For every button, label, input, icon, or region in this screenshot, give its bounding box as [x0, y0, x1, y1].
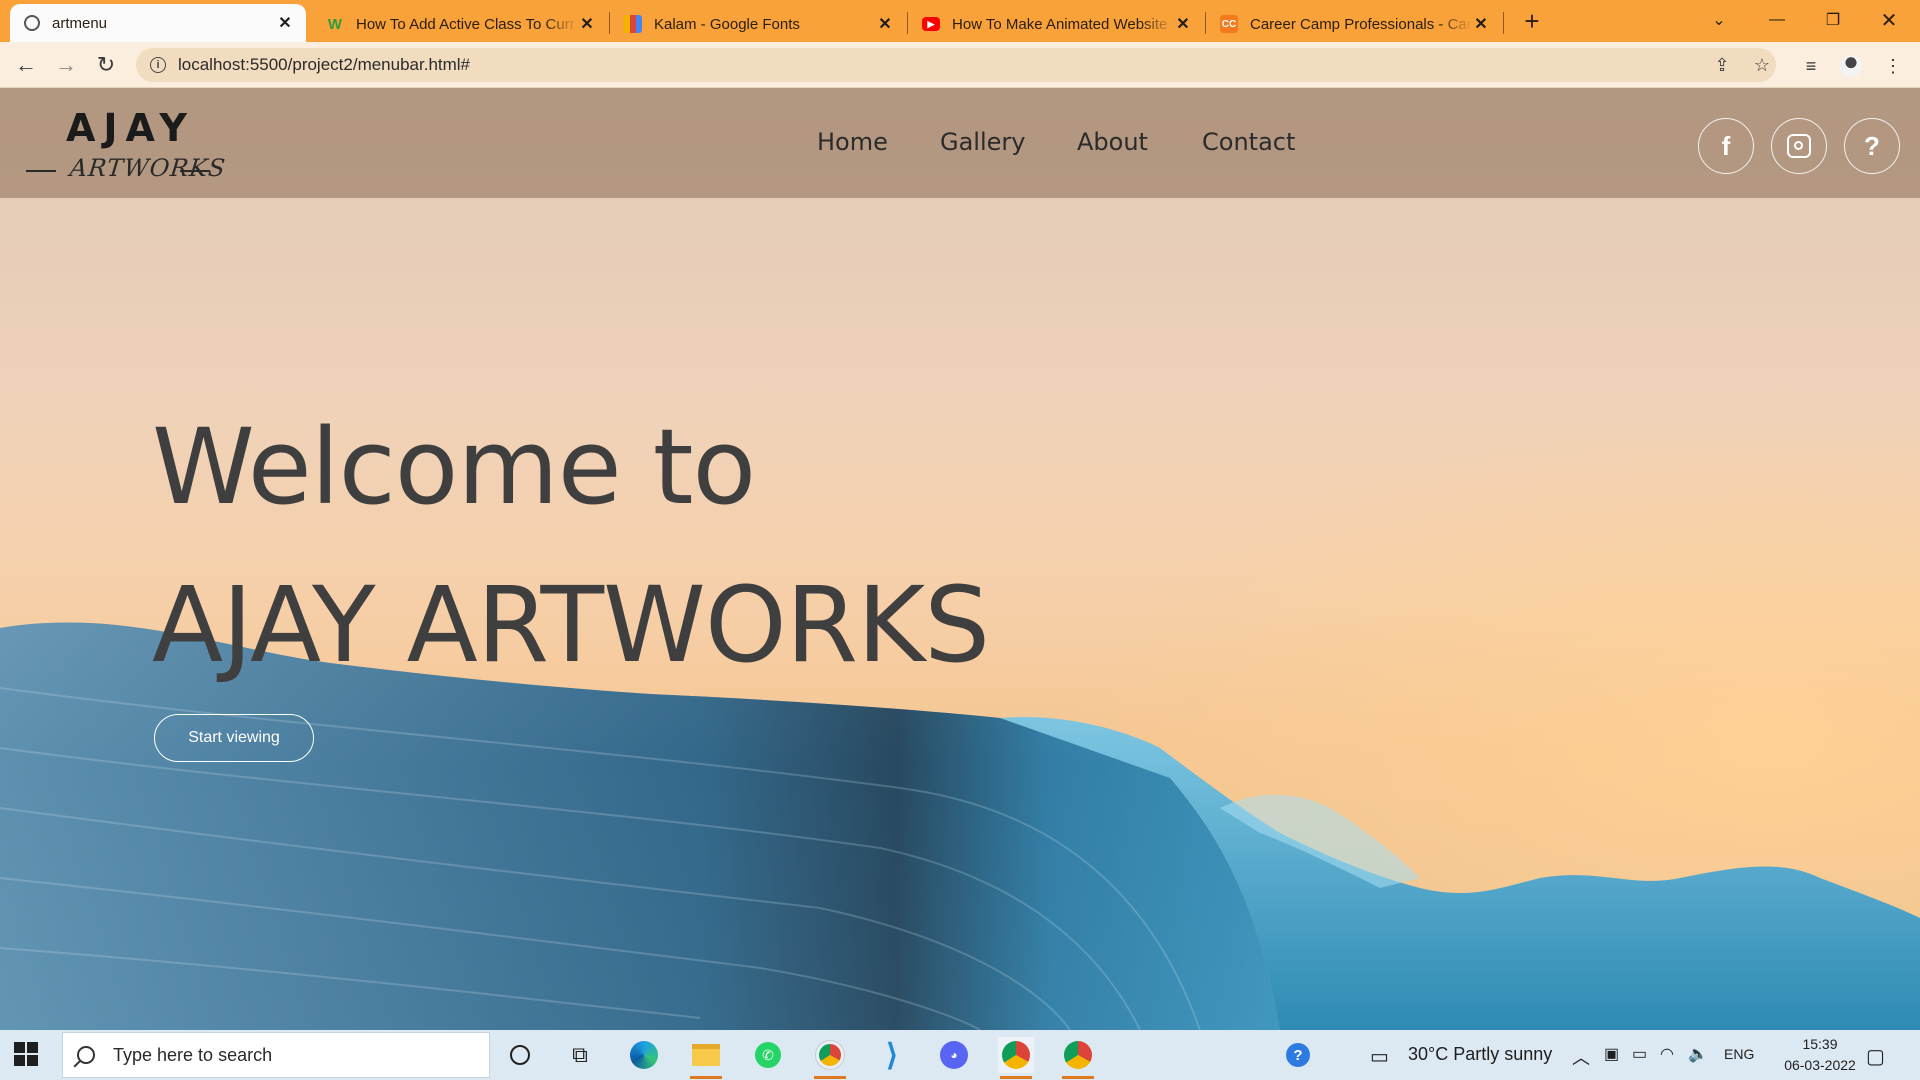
new-tab-button[interactable]: +: [1518, 8, 1546, 36]
edge-icon[interactable]: [626, 1037, 662, 1073]
logo-subtitle: ARTWORKS: [68, 154, 228, 182]
vscode-icon[interactable]: ⟩: [874, 1037, 910, 1073]
restore-button[interactable]: ❐: [1810, 0, 1856, 40]
clock-date: 06-03-2022: [1784, 1057, 1856, 1073]
chrome-second-profile-icon[interactable]: [1060, 1037, 1096, 1079]
browser-tab-strip: artmenu ✕ W How To Add Active Class To C…: [0, 0, 1920, 42]
w3-icon: W: [327, 15, 343, 33]
codingninjas-icon: CC: [1220, 15, 1238, 33]
hero-heading-line1: Welcome to: [152, 406, 756, 528]
media-controls-icon[interactable]: ≡: [1798, 53, 1824, 79]
address-bar[interactable]: i localhost:5500/project2/menubar.html#: [136, 48, 1776, 82]
weather-text[interactable]: 30°C Partly sunny: [1408, 1044, 1552, 1065]
chrome-active-icon[interactable]: [998, 1037, 1034, 1079]
tab-career-camp[interactable]: CC Career Camp Professionals - Care ✕: [1206, 6, 1502, 42]
profile-avatar-icon[interactable]: [1838, 53, 1864, 79]
nav-home[interactable]: Home: [817, 128, 888, 156]
site-logo[interactable]: AJAY ARTWORKS: [26, 106, 227, 184]
nav-gallery[interactable]: Gallery: [940, 128, 1025, 156]
google-fonts-icon: [624, 15, 642, 33]
forward-button[interactable]: →: [50, 49, 82, 81]
tab-search-chevron-icon[interactable]: ⌄: [1696, 0, 1742, 40]
nav-about[interactable]: About: [1077, 128, 1148, 156]
windows-taskbar: Type here to search ⧉ ✆ ⟩ ◕ ? ▭ 30°C Par…: [0, 1030, 1920, 1080]
show-hidden-icons-chevron-icon[interactable]: ︿: [1572, 1044, 1590, 1070]
back-button[interactable]: ←: [10, 49, 42, 81]
tab-artmenu[interactable]: artmenu ✕: [10, 4, 306, 42]
tab-youtube[interactable]: ▶ How To Make Animated Website ✕: [908, 6, 1204, 42]
close-window-button[interactable]: ✕: [1866, 0, 1912, 40]
bookmark-star-icon[interactable]: ☆: [1750, 53, 1774, 77]
reload-button[interactable]: ↻: [90, 49, 122, 81]
language-indicator[interactable]: ENG: [1724, 1046, 1754, 1062]
page-viewport: AJAY ARTWORKS Home Gallery About Contact…: [0, 88, 1920, 1030]
site-navbar: AJAY ARTWORKS Home Gallery About Contact…: [0, 88, 1920, 198]
tab-separator: [1503, 12, 1504, 34]
close-tab-icon[interactable]: ✕: [876, 15, 894, 33]
meet-now-icon[interactable]: ▣: [1604, 1044, 1619, 1064]
facebook-icon[interactable]: f: [1698, 118, 1754, 174]
url-text: localhost:5500/project2/menubar.html#: [178, 55, 471, 74]
search-placeholder: Type here to search: [113, 1044, 273, 1065]
tab-w3schools[interactable]: W How To Add Active Class To Curr ✕: [312, 6, 608, 42]
weather-icon[interactable]: ▭: [1370, 1044, 1389, 1069]
ocean-wave-background: [0, 622, 1920, 1030]
logo-title: AJAY: [66, 106, 195, 150]
tab-google-fonts[interactable]: Kalam - Google Fonts ✕: [610, 6, 906, 42]
help-glyph: ?: [1864, 130, 1880, 161]
clock-time: 15:39: [1802, 1036, 1838, 1052]
facebook-glyph: f: [1721, 130, 1731, 161]
globe-icon: [24, 15, 40, 31]
windows-start-icon[interactable]: [14, 1042, 40, 1068]
hero-heading-line2: AJAY ARTWORKS: [152, 564, 990, 686]
youtube-icon: ▶: [922, 17, 940, 31]
tab-title: artmenu: [52, 14, 108, 32]
taskbar-search-box[interactable]: Type here to search: [62, 1032, 490, 1078]
discord-icon[interactable]: ◕: [936, 1037, 972, 1073]
minimize-button[interactable]: —: [1754, 0, 1800, 40]
logo-dash-left: [26, 170, 56, 172]
instagram-glyph: [1787, 134, 1811, 158]
task-view-icon[interactable]: ⧉: [562, 1037, 598, 1073]
browser-menu-icon[interactable]: ⋮: [1880, 53, 1906, 79]
cortana-icon[interactable]: [502, 1037, 538, 1073]
chrome-profile-icon[interactable]: [812, 1037, 848, 1079]
wifi-icon[interactable]: ◠: [1660, 1044, 1674, 1064]
site-info-icon[interactable]: i: [150, 57, 166, 73]
close-tab-icon[interactable]: ✕: [276, 14, 294, 32]
tab-title: Career Camp Professionals - Care: [1250, 15, 1472, 33]
help-icon[interactable]: ?: [1844, 118, 1900, 174]
tab-title: Kalam - Google Fonts: [654, 15, 800, 33]
start-viewing-button[interactable]: Start viewing: [154, 714, 314, 762]
battery-icon[interactable]: ▭: [1632, 1044, 1647, 1064]
share-icon[interactable]: ⇪: [1710, 53, 1734, 77]
system-clock[interactable]: 15:39 06-03-2022: [1770, 1034, 1870, 1076]
instagram-icon[interactable]: [1771, 118, 1827, 174]
whatsapp-icon[interactable]: ✆: [750, 1037, 786, 1073]
close-tab-icon[interactable]: ✕: [1472, 15, 1490, 33]
volume-icon[interactable]: 🔈: [1688, 1044, 1708, 1064]
tab-title: How To Add Active Class To Curr: [356, 15, 575, 33]
search-icon: [77, 1046, 95, 1064]
close-tab-icon[interactable]: ✕: [1174, 15, 1192, 33]
logo-dash-right: [180, 170, 210, 172]
tab-title: How To Make Animated Website: [952, 15, 1168, 33]
file-explorer-icon[interactable]: [688, 1037, 724, 1079]
nav-contact[interactable]: Contact: [1202, 128, 1295, 156]
notification-center-icon[interactable]: ▢: [1866, 1044, 1885, 1069]
close-tab-icon[interactable]: ✕: [578, 15, 596, 33]
help-notification-icon[interactable]: ?: [1280, 1037, 1316, 1073]
browser-toolbar: ← → ↻ i localhost:5500/project2/menubar.…: [0, 42, 1920, 88]
